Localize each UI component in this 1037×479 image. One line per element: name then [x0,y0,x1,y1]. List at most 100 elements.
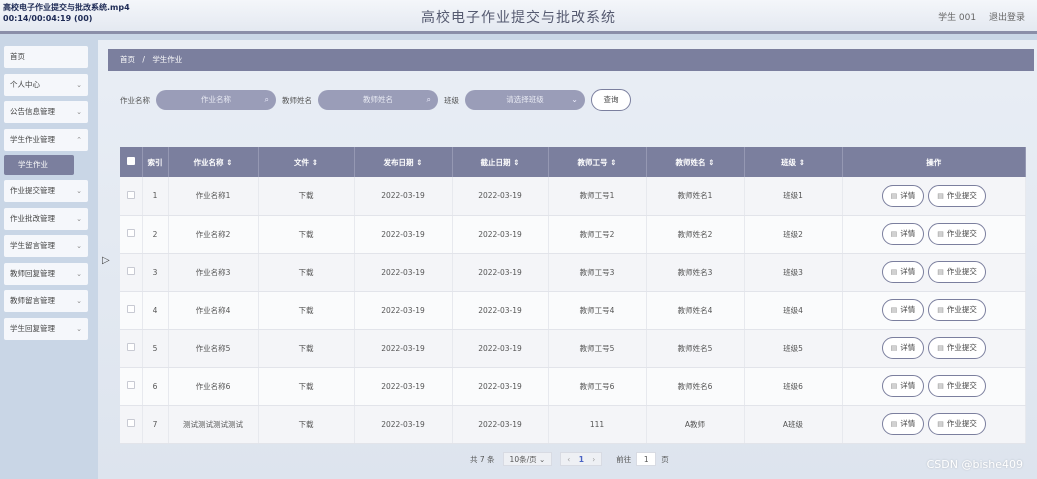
column-header[interactable]: 文件 ⇕ [258,147,355,177]
cell-cls: A班级 [744,405,843,444]
cell-tname: A教师 [646,405,745,444]
sidebar-item-label: 学生回复管理 [10,323,55,333]
class-select[interactable]: 请选择班级 ⌄ [465,90,585,110]
sidebar-item-label: 首页 [10,52,25,61]
cell-name: 作业名称2 [168,215,259,254]
download-link[interactable]: 下载 [258,291,355,330]
sidebar-item[interactable]: 首页 [4,46,88,68]
sidebar-item[interactable]: 作业批改管理 ⌄ [4,207,88,230]
submit-button[interactable]: ▤ 作业提交 [928,184,986,207]
sidebar-item[interactable]: 学生留言管理 ⌄ [4,235,88,257]
sidebar-item[interactable]: 学生作业管理 ⌃ [4,128,88,151]
column-header[interactable]: 作业名称 ⇕ [168,147,259,177]
breadcrumb-home[interactable]: 首页 [120,55,135,64]
sidebar-item[interactable]: 个人中心 ⌄ [4,73,88,96]
download-link[interactable]: 下载 [258,367,355,406]
pagination-total: 共 7 条 [470,454,495,464]
cell-idx: 5 [142,329,169,368]
detail-button[interactable]: ▤ 详情 [881,299,925,321]
submit-button[interactable]: ▤ 作业提交 [928,413,986,435]
teacher-name-label: 教师姓名 [282,95,312,105]
logout-link[interactable]: 退出登录 [989,13,1025,23]
table-row: 4 作业名称4 下载 2022-03-19 2022-03-19 教师工号4 教师姓名4 班级… [120,291,1026,330]
submit-button-label: 作业提交 [946,305,977,314]
row-checkbox[interactable] [126,343,135,351]
actions-cell: ▤ 详情 ▤ 作业提交 [842,291,1026,330]
homework-name-label: 作业名称 [120,95,150,105]
top-bar: 高校电子作业提交与批改系统 学生 001 退出登录 [0,0,1037,34]
sidebar-item[interactable]: 公告信息管理 ⌄ [4,101,88,123]
row-checkbox[interactable] [126,381,135,389]
cell-cls: 班级6 [744,367,843,406]
row-checkbox[interactable] [126,267,135,275]
cell-due: 2022-03-19 [452,367,549,406]
video-filename: 高校电子作业提交与批改系统.mp4 [3,3,130,12]
sidebar-item-label: 作业提交管理 [10,186,55,195]
teacher-name-input[interactable]: 教师姓名 ⌕ [318,90,438,110]
download-link[interactable]: 下载 [258,215,355,254]
actions-cell: ▤ 详情 ▤ 作业提交 [842,329,1026,368]
next-page-button[interactable]: › [592,455,595,464]
chevron-icon: ⌄ [76,269,82,278]
detail-button[interactable]: ▤ 详情 [881,223,925,245]
submit-button[interactable]: ▤ 作业提交 [928,375,986,397]
column-header[interactable]: 发布日期 ⇕ [354,147,453,177]
submit-button[interactable]: ▤ 作业提交 [928,261,986,283]
document-icon: ▤ [890,268,898,276]
document-icon: ▤ [937,191,944,200]
document-icon: ▤ [890,230,898,238]
chevron-icon: ⌄ [76,324,82,333]
detail-button-label: 详情 [900,267,916,276]
row-checkbox[interactable] [126,305,135,313]
cell-name: 作业名称3 [168,253,259,292]
table-row: 7 测试测试测试测试 下载 2022-03-19 2022-03-19 111 A教师 A班级… [120,405,1026,444]
download-link[interactable]: 下载 [258,177,355,216]
column-header[interactable]: 教师姓名 ⇕ [646,147,745,177]
table-row: 6 作业名称6 下载 2022-03-19 2022-03-19 教师工号6 教师姓名6 班级… [120,367,1026,406]
detail-button[interactable]: ▤ 详情 [881,184,925,207]
sidebar-item[interactable]: 作业提交管理 ⌄ [4,180,88,202]
download-link[interactable]: 下载 [258,329,355,368]
cell-pub: 2022-03-19 [354,367,453,406]
sidebar-item[interactable]: 学生回复管理 ⌄ [4,317,88,340]
column-header[interactable]: 截止日期 ⇕ [452,147,549,177]
query-button[interactable]: 查询 [591,89,631,111]
cell-tid: 教师工号5 [548,329,647,368]
prev-page-button[interactable]: ‹ [567,455,570,464]
detail-button[interactable]: ▤ 详情 [881,375,925,397]
sidebar-item[interactable]: 教师回复管理 ⌄ [4,262,88,285]
cell-cls: 班级1 [744,177,843,216]
homework-name-placeholder: 作业名称 [201,95,231,104]
cell-due: 2022-03-19 [452,291,549,330]
cell-cls: 班级5 [744,329,843,368]
select-all-header[interactable] [120,147,143,177]
column-header[interactable]: 教师工号 ⇕ [548,147,647,177]
detail-button-label: 详情 [900,229,916,238]
cell-tname: 教师姓名1 [646,177,745,216]
page-size-select[interactable]: 10条/页 ⌄ [502,452,553,466]
detail-button-label: 详情 [900,343,916,352]
submit-button-label: 作业提交 [946,267,977,276]
submit-button[interactable]: ▤ 作业提交 [928,337,986,359]
row-checkbox[interactable] [126,419,135,427]
sidebar-item-label: 学生作业管理 [10,134,55,144]
row-checkbox[interactable] [126,190,135,199]
sidebar-item[interactable]: 教师留言管理 ⌄ [4,290,88,312]
goto-page-input[interactable]: 1 [636,452,657,466]
row-select-cell [120,329,143,368]
submit-button[interactable]: ▤ 作业提交 [928,223,986,245]
homework-name-input[interactable]: 作业名称 ⌕ [156,90,276,110]
sidebar-subitem-active[interactable]: 学生作业 [4,155,74,175]
row-checkbox[interactable] [126,229,135,237]
column-header[interactable]: 班级 ⇕ [744,147,843,177]
detail-button[interactable]: ▤ 详情 [881,413,925,435]
cell-idx: 4 [142,291,169,330]
current-page[interactable]: 1 [579,455,584,464]
detail-button[interactable]: ▤ 详情 [881,337,925,359]
submit-button[interactable]: ▤ 作业提交 [928,299,986,321]
download-link[interactable]: 下载 [258,405,355,444]
download-link[interactable]: 下载 [258,253,355,292]
detail-button[interactable]: ▤ 详情 [881,261,925,283]
select-all-checkbox[interactable] [126,157,135,165]
table-header-row: 索引 作业名称 ⇕ 文件 ⇕ 发布日期 ⇕ 截止日期 ⇕ 教师工号 ⇕ 教师姓名 ⇕ 班级 ⇕… [120,147,1026,177]
